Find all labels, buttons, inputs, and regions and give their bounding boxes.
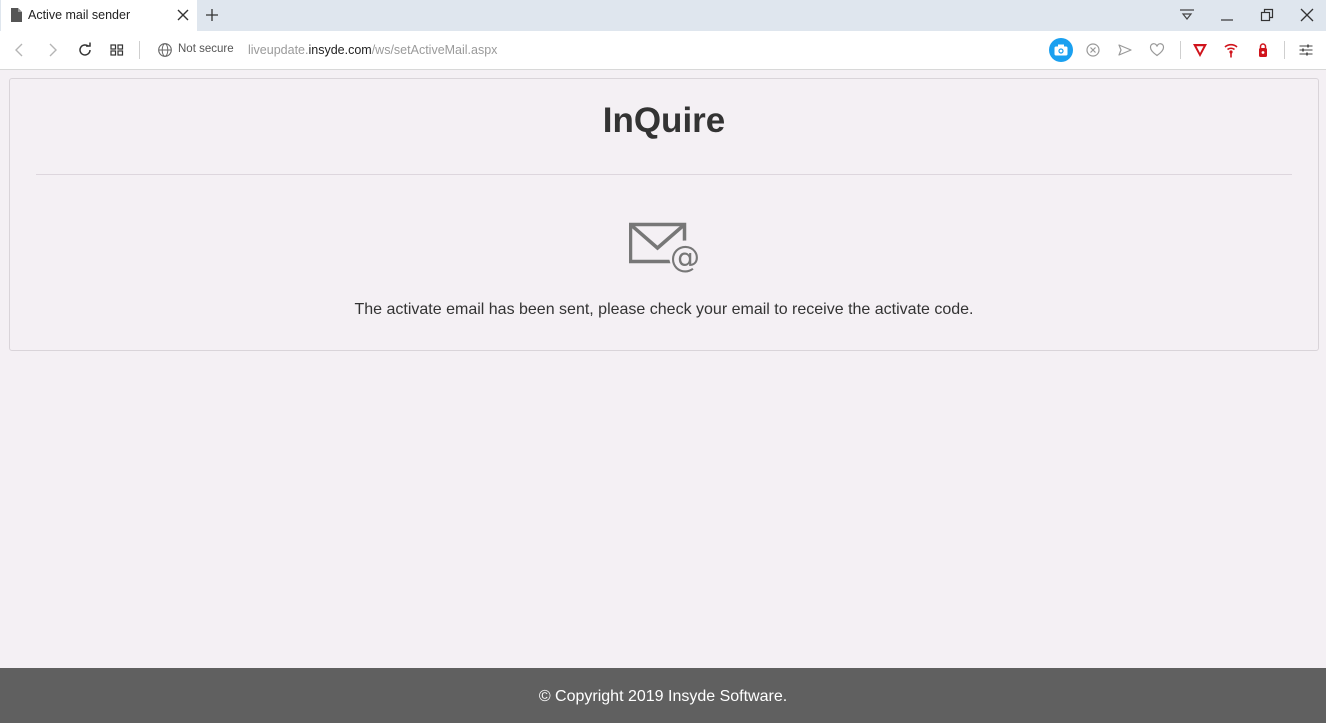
page-title: InQuire bbox=[602, 101, 726, 140]
url-host: insyde.com bbox=[308, 43, 372, 57]
tab-title: Active mail sender bbox=[28, 8, 131, 22]
copyright-text: © Copyright 2019 Insyde Software. bbox=[538, 688, 788, 705]
tab-strip: Active mail sender bbox=[0, 0, 1326, 31]
block-icon[interactable] bbox=[1085, 42, 1101, 58]
wifi-icon[interactable] bbox=[1223, 42, 1239, 58]
shield-icon[interactable] bbox=[1192, 42, 1208, 58]
url-prefix: liveupdate. bbox=[248, 43, 309, 57]
address-field[interactable]: liveupdate.insyde.com/ws/setActiveMail.a… bbox=[248, 43, 497, 57]
content-card: InQuire @ The activate email has been se… bbox=[9, 78, 1319, 351]
close-tab-icon[interactable] bbox=[177, 9, 189, 21]
confirmation-message: The activate email has been sent, please… bbox=[354, 301, 974, 318]
toolbar-divider bbox=[1284, 41, 1285, 59]
forward-icon[interactable] bbox=[44, 42, 60, 58]
camera-icon bbox=[1054, 44, 1068, 56]
tab-list-icon[interactable] bbox=[1179, 8, 1195, 22]
tab-active-mail-sender[interactable]: Active mail sender bbox=[1, 0, 197, 31]
globe-icon[interactable] bbox=[157, 42, 173, 58]
send-icon[interactable] bbox=[1117, 42, 1133, 58]
security-label[interactable]: Not secure bbox=[178, 43, 234, 55]
heart-icon[interactable] bbox=[1149, 42, 1165, 58]
document-icon bbox=[11, 8, 22, 22]
mail-at-icon: @ bbox=[629, 222, 701, 274]
toolbar-divider bbox=[139, 41, 140, 59]
close-window-icon[interactable] bbox=[1299, 8, 1315, 22]
vpn-icon[interactable] bbox=[1255, 42, 1271, 58]
address-toolbar: Not secure liveupdate.insyde.com/ws/setA… bbox=[0, 31, 1326, 70]
footer: © Copyright 2019 Insyde Software. bbox=[0, 668, 1326, 723]
toolbar-divider bbox=[1180, 41, 1181, 59]
title-divider bbox=[36, 174, 1292, 175]
minimize-icon[interactable] bbox=[1219, 8, 1235, 22]
camera-button[interactable] bbox=[1049, 38, 1073, 62]
restore-icon[interactable] bbox=[1259, 8, 1275, 22]
reload-icon[interactable] bbox=[77, 42, 93, 58]
svg-text:@: @ bbox=[670, 240, 700, 274]
url-path: /ws/setActiveMail.aspx bbox=[371, 43, 498, 57]
back-icon[interactable] bbox=[12, 42, 28, 58]
speed-dial-icon[interactable] bbox=[109, 42, 125, 58]
settings-sliders-icon[interactable] bbox=[1298, 42, 1314, 58]
new-tab-icon[interactable] bbox=[205, 8, 219, 22]
